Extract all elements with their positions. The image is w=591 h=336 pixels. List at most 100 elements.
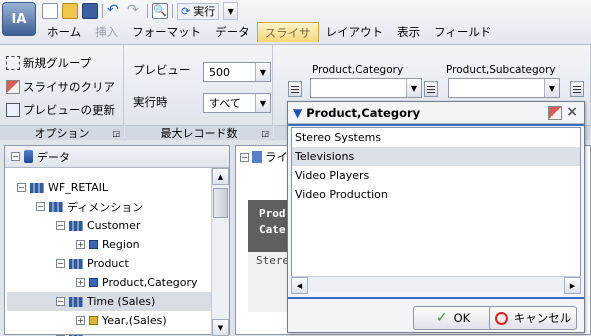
max-records-group-label: 最大レコード数 ◲ <box>125 125 273 140</box>
run-time-value: すべて <box>209 95 241 111</box>
collapse-icon[interactable]: − <box>56 221 65 230</box>
tab-insert: 挿入 <box>88 22 125 42</box>
undo-icon[interactable]: ↶ <box>107 3 123 19</box>
max-records-label: 最大レコード数 <box>161 127 238 140</box>
dialog-launcher-icon[interactable]: ◲ <box>261 126 269 141</box>
tree-label: Product <box>87 257 129 270</box>
list-item[interactable]: Video Production <box>292 185 580 204</box>
run-label: 実行 <box>193 3 215 19</box>
open-folder-icon[interactable] <box>62 3 78 19</box>
subcategory-slicer-select[interactable]: ▼ <box>448 78 560 98</box>
run-button[interactable]: ⟳実行 <box>177 3 219 20</box>
scroll-down-icon[interactable]: ▼ <box>212 319 229 336</box>
check-icon: ✓ <box>436 310 448 326</box>
field-icon <box>89 316 98 325</box>
ok-label: OK <box>454 311 471 325</box>
update-preview-button[interactable]: プレビューの更新 <box>6 100 115 120</box>
list-item[interactable]: Stereo Systems <box>292 128 580 147</box>
tree-item[interactable]: −ディメンション <box>36 197 143 216</box>
redo-icon[interactable]: ↷ <box>127 3 143 19</box>
tree-item[interactable]: −Customer <box>56 216 140 235</box>
options-group: 新規グループ スライサのクリア プレビューの更新 <box>0 45 124 125</box>
tree-item[interactable]: + Region <box>76 235 140 254</box>
slicer-title: Product,Subcategory <box>446 64 556 76</box>
slicer-list-icon[interactable] <box>570 81 584 97</box>
expand-icon[interactable]: + <box>76 316 85 325</box>
ok-button[interactable]: ✓ OK <box>413 306 493 330</box>
tab-field[interactable]: フィールド <box>427 22 498 42</box>
expand-icon[interactable]: + <box>76 278 85 287</box>
eraser-icon <box>6 80 20 94</box>
list-item[interactable]: Video Players <box>292 166 580 185</box>
expand-icon[interactable]: + <box>76 240 85 249</box>
tree-label: Product,Category <box>102 276 198 289</box>
options-label: オプション <box>35 127 90 140</box>
run-icon: ⟳ <box>181 5 190 18</box>
divider <box>102 4 103 18</box>
page-icon <box>252 151 262 163</box>
app-menu-button[interactable]: IA <box>2 2 36 36</box>
preview-label: プレビュー <box>133 62 191 78</box>
tab-view[interactable]: 表示 <box>390 22 427 42</box>
tree-label: Year,(Sales) <box>102 314 167 327</box>
scroll-up-icon[interactable]: ▲ <box>212 168 229 185</box>
scroll-thumb[interactable] <box>213 188 228 218</box>
tree-item-selected[interactable]: − Time (Sales) <box>7 292 211 311</box>
tab-data[interactable]: データ <box>208 22 257 42</box>
tab-slicer[interactable]: スライサ <box>257 22 319 42</box>
collapse-icon[interactable]: − <box>11 152 20 161</box>
collapse-icon[interactable]: − <box>56 259 65 268</box>
run-dropdown-icon[interactable]: ▼ <box>223 2 238 20</box>
tree-item[interactable]: −WF_RETAIL <box>17 178 108 197</box>
scroll-left-icon[interactable]: ◀ <box>291 277 308 294</box>
tab-layout[interactable]: レイアウト <box>319 22 391 42</box>
clear-slicer-button[interactable]: スライサのクリア <box>6 77 115 97</box>
quick-access-toolbar: ↶ ↷ 🔍 ⟳実行 ▼ <box>42 2 238 20</box>
cancel-button[interactable]: キャンセル <box>489 306 577 330</box>
tree-label: Region <box>102 238 140 251</box>
new-group-button[interactable]: 新規グループ <box>6 53 91 73</box>
database-icon <box>24 150 33 163</box>
dimension-icon <box>69 221 83 231</box>
collapse-icon[interactable]: − <box>36 202 45 211</box>
tab-home[interactable]: ホーム <box>40 22 88 42</box>
save-icon[interactable] <box>82 3 98 19</box>
tree-item[interactable]: + Product,Category <box>76 273 198 292</box>
clear-filter-icon[interactable] <box>548 106 562 120</box>
popup-header: ▼ Product,Category × <box>288 102 584 124</box>
slicer-list-icon[interactable] <box>424 81 438 97</box>
tree-label: Time (Sales) <box>87 295 155 308</box>
cube-icon <box>30 183 44 193</box>
tree-scrollbar[interactable]: ▲ ▼ <box>211 168 229 336</box>
max-records-group: プレビュー 500 ▼ 実行時 すべて ▼ <box>125 45 273 125</box>
category-slicer-select[interactable]: ▼ <box>310 78 422 98</box>
close-icon[interactable]: × <box>566 104 578 120</box>
slicer-list-icon[interactable] <box>288 81 302 97</box>
scroll-right-icon[interactable]: ▶ <box>564 277 581 294</box>
tree-item[interactable]: − Product <box>56 254 129 273</box>
collapse-icon[interactable]: − <box>240 153 249 162</box>
collapse-icon[interactable]: − <box>17 183 26 192</box>
dialog-launcher-icon[interactable]: ◲ <box>112 126 120 141</box>
list-item-selected[interactable]: Televisions <box>292 147 580 166</box>
tab-format[interactable]: フォーマット <box>125 22 208 42</box>
dimension-icon <box>69 297 83 307</box>
update-preview-label: プレビューの更新 <box>23 102 115 118</box>
chevron-down-icon: ▼ <box>255 63 270 81</box>
find-icon[interactable]: 🔍 <box>152 3 168 19</box>
preview-value: 500 <box>209 66 230 79</box>
tree-item[interactable]: + Year,(Sales) <box>76 311 167 330</box>
slicer-value-list: Stereo Systems Televisions Video Players… <box>291 127 581 290</box>
new-file-icon[interactable] <box>42 3 58 19</box>
preview-select[interactable]: 500 ▼ <box>203 62 271 82</box>
chevron-down-icon: ▼ <box>406 79 421 97</box>
collapse-icon[interactable]: − <box>56 297 65 306</box>
field-icon <box>89 240 98 249</box>
popup-title: Product,Category <box>306 106 420 120</box>
run-time-select[interactable]: すべて ▼ <box>203 93 271 113</box>
horizontal-scrollbar[interactable]: ◀ ▶ <box>291 276 581 292</box>
field-icon <box>89 278 98 287</box>
divider <box>288 297 584 299</box>
tree-item[interactable]: − <box>56 330 83 336</box>
options-group-label: オプション ◲ <box>0 125 124 140</box>
